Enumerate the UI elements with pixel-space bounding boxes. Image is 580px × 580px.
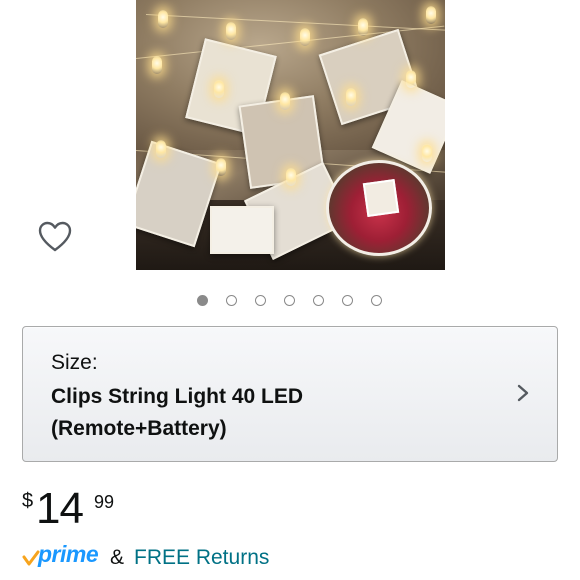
carousel-dot[interactable] [197, 295, 208, 306]
led-bulb [426, 6, 436, 24]
prime-logo: prime [22, 541, 106, 573]
carousel-dot[interactable] [284, 295, 295, 306]
led-bulb [358, 18, 368, 36]
image-carousel-indicator [0, 295, 580, 311]
led-bulb [422, 144, 432, 162]
carousel-dot[interactable] [255, 295, 266, 306]
carousel-dot[interactable] [313, 295, 324, 306]
carousel-dot[interactable] [371, 295, 382, 306]
size-selector-button[interactable]: Size: Clips String Light 40 LED (Remote+… [22, 326, 558, 462]
led-bulb [226, 22, 236, 40]
product-page: Size: Clips String Light 40 LED (Remote+… [0, 0, 580, 580]
heart-outline-icon-graphic [38, 221, 72, 252]
price-whole: 14 [36, 484, 84, 533]
size-value-line: (Remote+Battery) [51, 417, 227, 440]
carousel-dot[interactable] [342, 295, 353, 306]
led-bulb [156, 140, 166, 158]
heart-outline-icon[interactable] [36, 218, 74, 256]
inset-photo [362, 178, 400, 218]
size-value-line: Clips String Light 40 LED [51, 385, 304, 408]
ampersand: & [110, 546, 125, 569]
led-bulb [214, 80, 224, 98]
led-bulb [216, 158, 226, 176]
led-bulb [152, 56, 162, 74]
size-label: Size: [51, 351, 98, 374]
led-bulb [300, 28, 310, 46]
product-detail-inset [326, 160, 432, 256]
chevron-right-icon [517, 384, 529, 402]
size-value: Clips String Light 40 LED (Remote+Batter… [51, 381, 491, 445]
product-image[interactable] [136, 0, 445, 270]
prime-label: prime [38, 541, 99, 567]
led-bulb [286, 168, 296, 186]
free-returns-link[interactable]: FREE Returns [134, 546, 269, 570]
led-bulb [346, 88, 356, 106]
led-bulb [158, 10, 168, 28]
led-bulb [406, 70, 416, 88]
hanging-photo [210, 206, 274, 254]
price-currency-symbol: $ [22, 490, 34, 512]
led-bulb [280, 92, 290, 110]
price-fraction: 99 [94, 492, 115, 512]
carousel-dot[interactable] [226, 295, 237, 306]
